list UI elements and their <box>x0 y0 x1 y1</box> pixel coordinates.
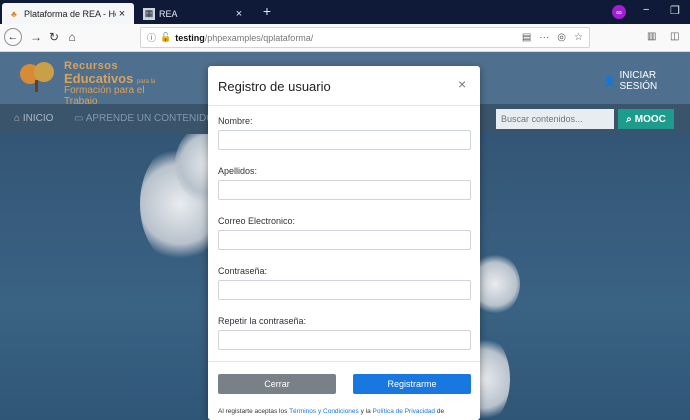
repeat-password-input[interactable] <box>218 330 471 350</box>
tab-plataforma[interactable]: ♣ Plataforma de REA - Home × <box>2 3 134 24</box>
pocket-icon[interactable]: ◎ <box>557 32 566 43</box>
search-icon: ⌕ <box>626 113 632 125</box>
home-icon[interactable]: ⌂ <box>64 30 80 44</box>
info-icon[interactable]: ⓘ <box>147 31 156 44</box>
minimize-icon[interactable]: − <box>643 4 649 16</box>
insecure-lock-icon: 🔓 <box>160 32 172 42</box>
login-label: INICIAR SESIÓN <box>619 70 658 92</box>
tab-title: Plataforma de REA - Home <box>24 8 116 19</box>
nombre-input[interactable] <box>218 130 471 150</box>
apellidos-input[interactable] <box>218 180 471 200</box>
reader-view-icon[interactable]: ▤ <box>522 32 531 43</box>
user-icon: 👤 <box>603 75 616 87</box>
browser-toolbar: ← → ↻ ⌂ ⓘ 🔓 testing /phpexamples/qplataf… <box>0 24 690 52</box>
page-favicon-icon: ▦ <box>143 7 155 20</box>
tab-rea[interactable]: ▦ REA × <box>137 3 251 24</box>
content-search-input[interactable] <box>496 109 614 129</box>
registration-modal: Registro de usuario × Nombre: Apellidos:… <box>208 66 480 420</box>
sidebar-icon[interactable]: ◫ <box>670 31 679 42</box>
register-button[interactable]: Registrarme <box>353 374 471 394</box>
home-icon: ⌂ <box>14 113 21 124</box>
book-icon: ▭ <box>74 113 84 124</box>
rea-logo[interactable]: Recursos Educativos para la Formación pa… <box>18 58 178 107</box>
nav-learn[interactable]: ▭ APRENDE UN CONTENIDO ▾ <box>74 113 222 124</box>
password-label: Contraseña: <box>218 266 268 276</box>
private-browsing-icon: ∞ <box>612 5 626 19</box>
login-link[interactable]: 👤 INICIAR SESIÓN <box>603 70 690 92</box>
mooc-search-button[interactable]: ⌕ MOOC <box>618 109 674 129</box>
email-input[interactable] <box>218 230 471 250</box>
repeat-password-label: Repetir la contraseña: <box>218 316 307 326</box>
modal-divider <box>208 361 480 362</box>
library-icon[interactable]: ▥ <box>647 31 656 42</box>
tab-close-icon[interactable]: × <box>233 8 245 20</box>
modal-header: Registro de usuario × <box>208 66 480 106</box>
url-path: /phpexamples/qplataforma/ <box>204 32 314 43</box>
modal-title: Registro de usuario <box>218 79 331 94</box>
logo-text-2: Educativos para la <box>64 71 156 86</box>
forward-icon[interactable]: → <box>28 30 44 44</box>
restore-icon[interactable]: ❐ <box>670 4 680 17</box>
privacy-link[interactable]: Política de Privacidad <box>373 408 436 415</box>
browser-tab-strip: ♣ Plataforma de REA - Home × ▦ REA × + ∞… <box>0 0 690 24</box>
close-icon[interactable]: × <box>458 76 466 92</box>
tab-title: REA <box>159 8 178 19</box>
reload-icon[interactable]: ↻ <box>46 30 62 44</box>
url-bar[interactable]: ⓘ 🔓 testing /phpexamples/qplataforma/ ▤ … <box>140 27 590 48</box>
back-icon[interactable]: ← <box>4 28 22 46</box>
site-favicon-icon: ♣ <box>11 8 17 19</box>
more-actions-icon[interactable]: ··· <box>539 32 549 43</box>
bookmark-star-icon[interactable]: ☆ <box>574 32 583 43</box>
cancel-button[interactable]: Cerrar <box>218 374 336 394</box>
logo-trees-icon <box>18 62 58 92</box>
url-host: testing <box>175 32 205 43</box>
terms-link[interactable]: Términos y Condiciones <box>289 408 359 415</box>
apellidos-label: Apellidos: <box>218 166 258 176</box>
nombre-label: Nombre: <box>218 116 253 126</box>
terms-notice: Al registarte aceptas los Términos y Con… <box>218 408 445 415</box>
password-input[interactable] <box>218 280 471 300</box>
new-tab-button[interactable]: + <box>258 3 276 19</box>
email-label: Correo Electronico: <box>218 216 296 226</box>
tab-close-icon[interactable]: × <box>116 8 128 20</box>
nav-home[interactable]: ⌂ INICIO <box>14 113 53 124</box>
